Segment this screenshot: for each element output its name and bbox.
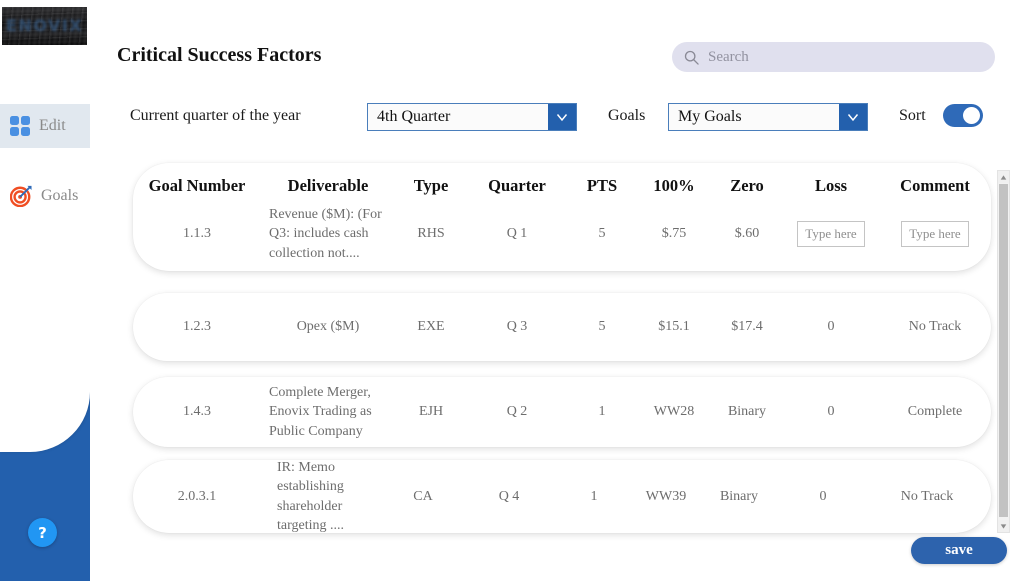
quarter-select[interactable]: 4th Quarter [367, 103, 577, 131]
cell-deliverable: Opex ($M) [296, 319, 360, 335]
column-header-hundred: 100% [653, 175, 695, 195]
target-icon [9, 185, 32, 208]
cell-zero: $17.4 [731, 319, 763, 335]
grid-icon [10, 116, 30, 136]
table-row[interactable]: 1.4.3 Complete Merger, Enovix Trading as… [133, 377, 991, 447]
search-icon [684, 50, 699, 65]
cell-type: EXE [417, 319, 445, 335]
column-header-zero: Zero [730, 175, 764, 195]
cell-pts: 5 [598, 226, 606, 242]
goals-select[interactable]: My Goals [668, 103, 868, 131]
cell-deliverable: IR: Memo establishing shareholder target… [277, 459, 345, 533]
cell-goal-number: 2.0.3.1 [177, 488, 217, 504]
column-header-comment: Comment [900, 175, 970, 195]
goals-select-value: My Goals [678, 108, 742, 125]
cell-quarter: Q 3 [506, 319, 528, 335]
column-header-quarter: Quarter [488, 175, 546, 195]
cell-zero: Binary [727, 404, 767, 420]
chevron-down-icon[interactable] [839, 104, 867, 130]
loss-input[interactable]: Type here [797, 221, 865, 247]
help-button[interactable]: ? [28, 518, 57, 547]
cell-loss: Type here [783, 221, 879, 247]
chevron-down-icon[interactable] [548, 104, 576, 130]
page-title: Critical Success Factors [117, 44, 322, 66]
column-header-type: Type [413, 175, 449, 195]
column-header-pts: PTS [586, 175, 618, 195]
table-row[interactable]: 1.2.3 Opex ($M) EXE Q 3 5 $15.1 $17.4 0 … [133, 293, 991, 361]
cell-quarter: Q 2 [506, 404, 528, 420]
cell-comment: No Track [900, 488, 954, 504]
table-card-row-2[interactable]: 1.2.3 Opex ($M) EXE Q 3 5 $15.1 $17.4 0 … [133, 293, 991, 361]
cell-quarter: Q 1 [506, 226, 528, 242]
cell-goal-number: 1.1.3 [183, 226, 211, 242]
app-root: ENOVIX Edit Goals ? Critical Success Fac… [0, 0, 1024, 581]
cell-loss: 0 [827, 404, 835, 420]
table-card-header: Goal Number Deliverable Type Quarter PTS… [133, 163, 991, 271]
cell-hundred: $.75 [661, 226, 687, 242]
table-header-row: Goal Number Deliverable Type Quarter PTS… [133, 163, 991, 201]
cell-zero: $.60 [734, 226, 760, 242]
sidebar-item-label-goals: Goals [41, 187, 79, 204]
goals-filter-label: Goals [608, 107, 646, 124]
cell-goal-number: 1.4.3 [183, 404, 211, 420]
scroll-up-icon[interactable] [998, 171, 1009, 183]
search-input[interactable] [708, 48, 973, 66]
cell-loss: 0 [827, 319, 835, 335]
table-row[interactable]: 2.0.3.1 IR: Memo establishing shareholde… [133, 460, 991, 533]
sidebar-item-edit[interactable]: Edit [0, 104, 90, 148]
cell-loss: 0 [819, 488, 827, 504]
cell-goal-number: 1.2.3 [183, 319, 211, 335]
cell-deliverable: Complete Merger, Enovix Trading as Publi… [269, 385, 372, 439]
column-header-loss: Loss [814, 175, 848, 195]
quarter-filter-label: Current quarter of the year [130, 107, 301, 124]
cell-type: RHS [417, 226, 445, 242]
quarter-select-value: 4th Quarter [377, 108, 451, 125]
cell-hundred: WW28 [653, 404, 695, 420]
goals-table: Goal Number Deliverable Type Quarter PTS… [90, 163, 1024, 533]
table-row[interactable]: 1.1.3 Revenue ($M): (For Q3: includes ca… [133, 201, 991, 267]
enovix-logo: ENOVIX [2, 7, 87, 45]
scroll-down-icon[interactable] [998, 520, 1009, 532]
sidebar-item-label-edit: Edit [39, 117, 66, 134]
cell-pts: 1 [598, 404, 606, 420]
logo-text: ENOVIX [5, 16, 84, 35]
cell-type: EJH [418, 404, 444, 420]
column-header-goal-number: Goal Number [148, 175, 246, 195]
cell-hundred: $15.1 [658, 319, 690, 335]
cell-pts: 5 [598, 319, 606, 335]
scrollbar-thumb[interactable] [999, 184, 1008, 517]
search-bar[interactable] [672, 42, 995, 72]
sidebar-item-goals[interactable]: Goals [0, 174, 90, 218]
cell-zero: Binary [719, 488, 759, 504]
cell-hundred: WW39 [645, 488, 687, 504]
cell-quarter: Q 4 [498, 488, 520, 504]
cell-comment: No Track [908, 319, 962, 335]
cell-pts: 1 [590, 488, 598, 504]
main-content: Critical Success Factors Current quarter… [90, 0, 1024, 581]
sort-toggle-knob [963, 107, 980, 124]
cell-type: CA [413, 488, 433, 504]
vertical-scrollbar[interactable] [997, 170, 1010, 533]
table-card-row-4[interactable]: 2.0.3.1 IR: Memo establishing shareholde… [133, 460, 991, 533]
table-card-row-3[interactable]: 1.4.3 Complete Merger, Enovix Trading as… [133, 377, 991, 447]
sort-toggle[interactable] [943, 104, 983, 127]
cell-deliverable: Revenue ($M): (For Q3: includes cash col… [269, 207, 382, 261]
sort-label: Sort [899, 107, 926, 124]
cell-comment: Complete [907, 404, 963, 420]
cell-comment: Type here [879, 221, 991, 247]
sidebar: ENOVIX Edit Goals [0, 0, 90, 452]
comment-input[interactable]: Type here [901, 221, 969, 247]
column-header-deliverable: Deliverable [287, 175, 369, 195]
save-button[interactable]: save [911, 537, 1007, 564]
help-icon: ? [38, 523, 47, 542]
